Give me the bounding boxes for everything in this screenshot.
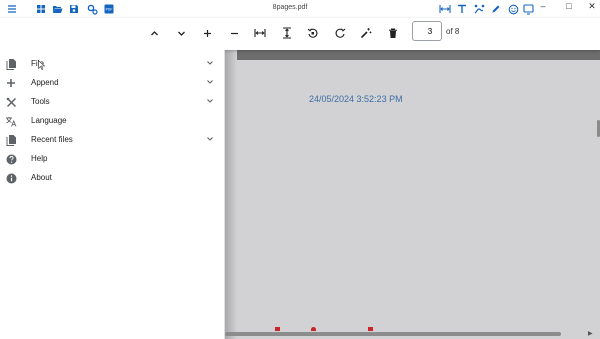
svg-text:PDF: PDF	[106, 8, 113, 12]
fit-height-icon[interactable]	[279, 25, 295, 41]
next-page-icon[interactable]	[173, 25, 189, 41]
menu-label-append: Append	[31, 78, 59, 87]
chevron-down-icon	[205, 134, 215, 144]
page-marker	[368, 327, 373, 331]
text-icon[interactable]	[456, 3, 468, 15]
drawer-shadow	[225, 50, 237, 339]
document-title: 8pages.pdf	[272, 4, 308, 11]
folder-open-icon[interactable]	[51, 3, 63, 15]
save-icon[interactable]	[68, 3, 80, 15]
menu-item-tools[interactable]: Tools	[0, 93, 225, 111]
menu-item-file[interactable]: File	[0, 55, 225, 73]
menu-label-help: Help	[31, 154, 48, 163]
translate-icon	[5, 115, 17, 127]
page-marker	[311, 327, 316, 331]
title-bar: PDF 8pages.pdf – □ ✕	[0, 0, 600, 18]
chevron-down-icon	[205, 58, 215, 68]
previous-page-icon[interactable]	[146, 25, 162, 41]
close-button[interactable]: ✕	[579, 0, 600, 12]
page-number-input[interactable]	[412, 21, 442, 41]
rotate-right-icon[interactable]	[332, 25, 348, 41]
pdf-icon[interactable]: PDF	[103, 3, 115, 15]
menu-icon[interactable]	[6, 3, 18, 15]
tools-icon	[5, 96, 17, 108]
plus-icon	[5, 77, 17, 89]
zoom-in-icon[interactable]	[199, 25, 215, 41]
delete-icon[interactable]	[385, 25, 401, 41]
fit-width-icon[interactable]	[252, 25, 268, 41]
document-date-text: 24/05/2024 3:52:23 PM	[309, 94, 403, 104]
page-marker	[275, 327, 280, 331]
horizontal-scrollbar[interactable]	[225, 332, 561, 336]
fit-width-icon[interactable]	[439, 3, 451, 15]
zoom-out-icon[interactable]	[226, 25, 242, 41]
chevron-down-icon	[205, 96, 215, 106]
menu-item-language[interactable]: Language	[0, 112, 225, 130]
navigation-drawer: File Append Tools Language Recent files	[0, 50, 225, 339]
menu-label-about: About	[31, 173, 52, 182]
magic-wand-icon[interactable]	[358, 25, 374, 41]
file-icon	[5, 134, 17, 146]
menu-item-help[interactable]: Help	[0, 150, 225, 168]
info-icon	[5, 172, 17, 184]
help-icon	[5, 153, 17, 165]
page-top-edge	[225, 50, 600, 60]
rotate-left-icon[interactable]	[305, 25, 321, 41]
emoji-icon[interactable]	[507, 3, 519, 15]
menu-label-recent-files: Recent files	[31, 135, 73, 144]
scroll-right-icon[interactable]: ▶	[588, 330, 593, 337]
menu-label-language: Language	[31, 116, 67, 125]
grid-icon[interactable]	[35, 3, 47, 15]
menu-item-recent-files[interactable]: Recent files	[0, 131, 225, 149]
file-icon	[5, 58, 17, 70]
minimize-button[interactable]: –	[530, 0, 556, 12]
pen-icon[interactable]	[490, 3, 502, 15]
menu-label-tools: Tools	[31, 97, 50, 106]
page-count-label: of 8	[446, 27, 460, 36]
draw-icon[interactable]	[473, 3, 485, 15]
chevron-down-icon	[205, 77, 215, 87]
mouse-cursor-icon	[38, 57, 46, 75]
settings-icon[interactable]	[86, 3, 98, 15]
menu-item-about[interactable]: About	[0, 169, 225, 187]
viewer-toolbar: of 8	[0, 18, 600, 50]
menu-item-append[interactable]: Append	[0, 74, 225, 92]
